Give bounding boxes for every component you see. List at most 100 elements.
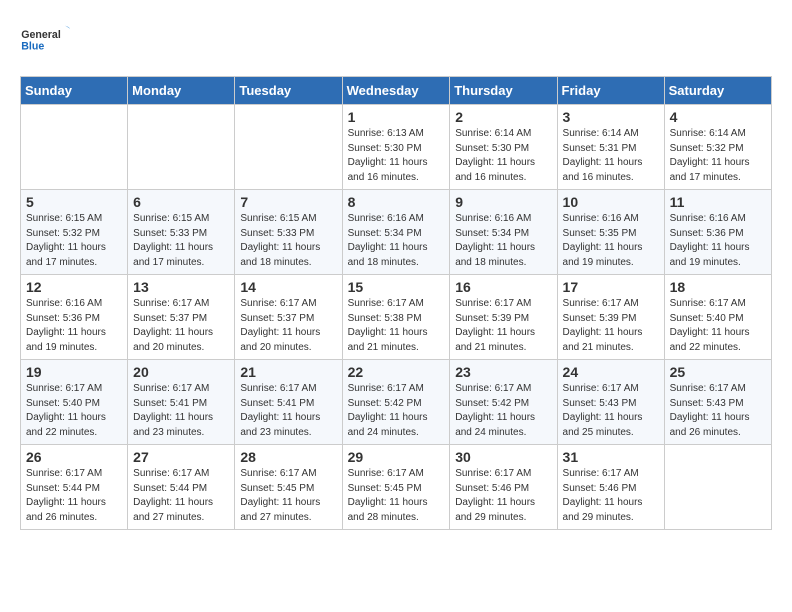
calendar-cell: 23 Sunrise: 6:17 AM Sunset: 5:42 PM Dayli…	[450, 360, 557, 445]
calendar-cell: 19 Sunrise: 6:17 AM Sunset: 5:40 PM Dayli…	[21, 360, 128, 445]
day-info: Sunrise: 6:17 AM Sunset: 5:45 PM Dayligh…	[240, 467, 336, 525]
day-info: Sunrise: 6:17 AM Sunset: 5:37 PM Dayligh…	[133, 297, 229, 355]
calendar-cell: 25Sunrise: 6:17 AM Sunset: 5:43 PM Dayli…	[664, 360, 771, 445]
day-info: Sunrise: 6:14 AM Sunset: 5:31 PM Dayligh…	[563, 127, 659, 185]
calendar-cell	[664, 445, 771, 530]
calendar-cell: 18 Sunrise: 6:17 AM Sunset: 5:40 PM Dayli…	[664, 275, 771, 360]
day-number: 10	[563, 194, 659, 210]
day-info: Sunrise: 6:17 AM Sunset: 5:44 PM Dayligh…	[133, 467, 229, 525]
weekday-header-wednesday: Wednesday	[342, 77, 450, 105]
day-info: Sunrise: 6:17 AM Sunset: 5:42 PM Dayligh…	[455, 382, 551, 440]
day-number: 3	[563, 109, 659, 125]
day-number: 14	[240, 279, 336, 295]
calendar-cell: 5 Sunrise: 6:15 AM Sunset: 5:32 PM Daylig…	[21, 190, 128, 275]
day-number: 17	[563, 279, 659, 295]
day-number: 8	[348, 194, 445, 210]
day-number: 4	[670, 109, 766, 125]
day-info: Sunrise: 6:13 AM Sunset: 5:30 PM Dayligh…	[348, 127, 445, 185]
calendar-cell: 12 Sunrise: 6:16 AM Sunset: 5:36 PM Dayli…	[21, 275, 128, 360]
day-number: 1	[348, 109, 445, 125]
calendar-cell: 4 Sunrise: 6:14 AM Sunset: 5:32 PM Daylig…	[664, 105, 771, 190]
calendar-cell: 31Sunrise: 6:17 AM Sunset: 5:46 PM Dayli…	[557, 445, 664, 530]
day-number: 23	[455, 364, 551, 380]
day-info: Sunrise: 6:17 AM Sunset: 5:39 PM Dayligh…	[455, 297, 551, 355]
day-info: Sunrise: 6:17 AM Sunset: 5:40 PM Dayligh…	[26, 382, 122, 440]
calendar-cell: 17 Sunrise: 6:17 AM Sunset: 5:39 PM Dayli…	[557, 275, 664, 360]
day-info: Sunrise: 6:16 AM Sunset: 5:34 PM Dayligh…	[455, 212, 551, 270]
calendar-cell: 22Sunrise: 6:17 AM Sunset: 5:42 PM Dayli…	[342, 360, 450, 445]
day-number: 7	[240, 194, 336, 210]
calendar-cell: 27 Sunrise: 6:17 AM Sunset: 5:44 PM Dayli…	[128, 445, 235, 530]
day-number: 24	[563, 364, 659, 380]
day-info: Sunrise: 6:17 AM Sunset: 5:40 PM Dayligh…	[670, 297, 766, 355]
day-number: 26	[26, 449, 122, 465]
calendar-cell	[128, 105, 235, 190]
calendar-week-row: 19 Sunrise: 6:17 AM Sunset: 5:40 PM Dayli…	[21, 360, 772, 445]
weekday-header-row: SundayMondayTuesdayWednesdayThursdayFrid…	[21, 77, 772, 105]
calendar-cell: 29 Sunrise: 6:17 AM Sunset: 5:45 PM Dayli…	[342, 445, 450, 530]
day-number: 18	[670, 279, 766, 295]
day-number: 11	[670, 194, 766, 210]
calendar-cell: 20 Sunrise: 6:17 AM Sunset: 5:41 PM Dayli…	[128, 360, 235, 445]
day-info: Sunrise: 6:17 AM Sunset: 5:37 PM Dayligh…	[240, 297, 336, 355]
day-number: 6	[133, 194, 229, 210]
day-number: 29	[348, 449, 445, 465]
day-number: 15	[348, 279, 445, 295]
calendar-cell: 21 Sunrise: 6:17 AM Sunset: 5:41 PM Dayli…	[235, 360, 342, 445]
day-info: Sunrise: 6:14 AM Sunset: 5:32 PM Dayligh…	[670, 127, 766, 185]
calendar-cell: 8 Sunrise: 6:16 AM Sunset: 5:34 PM Daylig…	[342, 190, 450, 275]
day-number: 22	[348, 364, 445, 380]
calendar-cell: 16Sunrise: 6:17 AM Sunset: 5:39 PM Dayli…	[450, 275, 557, 360]
calendar-cell: 9 Sunrise: 6:16 AM Sunset: 5:34 PM Daylig…	[450, 190, 557, 275]
svg-text:General: General	[21, 29, 61, 41]
weekday-header-friday: Friday	[557, 77, 664, 105]
calendar-cell: 26 Sunrise: 6:17 AM Sunset: 5:44 PM Dayli…	[21, 445, 128, 530]
calendar-week-row: 26 Sunrise: 6:17 AM Sunset: 5:44 PM Dayli…	[21, 445, 772, 530]
day-number: 5	[26, 194, 122, 210]
day-number: 20	[133, 364, 229, 380]
day-number: 28	[240, 449, 336, 465]
calendar-cell: 2Sunrise: 6:14 AM Sunset: 5:30 PM Daylig…	[450, 105, 557, 190]
day-info: Sunrise: 6:14 AM Sunset: 5:30 PM Dayligh…	[455, 127, 551, 185]
day-info: Sunrise: 6:17 AM Sunset: 5:41 PM Dayligh…	[133, 382, 229, 440]
day-info: Sunrise: 6:17 AM Sunset: 5:38 PM Dayligh…	[348, 297, 445, 355]
day-info: Sunrise: 6:17 AM Sunset: 5:43 PM Dayligh…	[670, 382, 766, 440]
calendar-week-row: 5 Sunrise: 6:15 AM Sunset: 5:32 PM Daylig…	[21, 190, 772, 275]
day-info: Sunrise: 6:17 AM Sunset: 5:39 PM Dayligh…	[563, 297, 659, 355]
weekday-header-tuesday: Tuesday	[235, 77, 342, 105]
page-header: General Blue	[20, 20, 772, 60]
calendar-cell: 30 Sunrise: 6:17 AM Sunset: 5:46 PM Dayli…	[450, 445, 557, 530]
day-info: Sunrise: 6:16 AM Sunset: 5:35 PM Dayligh…	[563, 212, 659, 270]
calendar-cell: 14 Sunrise: 6:17 AM Sunset: 5:37 PM Dayli…	[235, 275, 342, 360]
day-info: Sunrise: 6:16 AM Sunset: 5:36 PM Dayligh…	[26, 297, 122, 355]
day-info: Sunrise: 6:17 AM Sunset: 5:45 PM Dayligh…	[348, 467, 445, 525]
calendar-cell: 28 Sunrise: 6:17 AM Sunset: 5:45 PM Dayli…	[235, 445, 342, 530]
calendar-cell: 3 Sunrise: 6:14 AM Sunset: 5:31 PM Daylig…	[557, 105, 664, 190]
logo-svg: General Blue	[20, 20, 70, 60]
calendar-cell	[21, 105, 128, 190]
day-info: Sunrise: 6:15 AM Sunset: 5:32 PM Dayligh…	[26, 212, 122, 270]
day-number: 21	[240, 364, 336, 380]
calendar-cell: 11 Sunrise: 6:16 AM Sunset: 5:36 PM Dayli…	[664, 190, 771, 275]
weekday-header-saturday: Saturday	[664, 77, 771, 105]
day-number: 27	[133, 449, 229, 465]
calendar-week-row: 12 Sunrise: 6:16 AM Sunset: 5:36 PM Dayli…	[21, 275, 772, 360]
day-number: 19	[26, 364, 122, 380]
day-info: Sunrise: 6:17 AM Sunset: 5:41 PM Dayligh…	[240, 382, 336, 440]
calendar-table: SundayMondayTuesdayWednesdayThursdayFrid…	[20, 76, 772, 530]
day-number: 31	[563, 449, 659, 465]
day-info: Sunrise: 6:16 AM Sunset: 5:34 PM Dayligh…	[348, 212, 445, 270]
day-info: Sunrise: 6:17 AM Sunset: 5:44 PM Dayligh…	[26, 467, 122, 525]
day-number: 30	[455, 449, 551, 465]
calendar-cell: 15 Sunrise: 6:17 AM Sunset: 5:38 PM Dayli…	[342, 275, 450, 360]
day-number: 9	[455, 194, 551, 210]
day-number: 12	[26, 279, 122, 295]
calendar-cell	[235, 105, 342, 190]
day-info: Sunrise: 6:15 AM Sunset: 5:33 PM Dayligh…	[133, 212, 229, 270]
day-info: Sunrise: 6:17 AM Sunset: 5:46 PM Dayligh…	[455, 467, 551, 525]
calendar-cell: 7Sunrise: 6:15 AM Sunset: 5:33 PM Daylig…	[235, 190, 342, 275]
calendar-cell: 24Sunrise: 6:17 AM Sunset: 5:43 PM Dayli…	[557, 360, 664, 445]
day-info: Sunrise: 6:16 AM Sunset: 5:36 PM Dayligh…	[670, 212, 766, 270]
day-number: 13	[133, 279, 229, 295]
calendar-cell: 10 Sunrise: 6:16 AM Sunset: 5:35 PM Dayli…	[557, 190, 664, 275]
